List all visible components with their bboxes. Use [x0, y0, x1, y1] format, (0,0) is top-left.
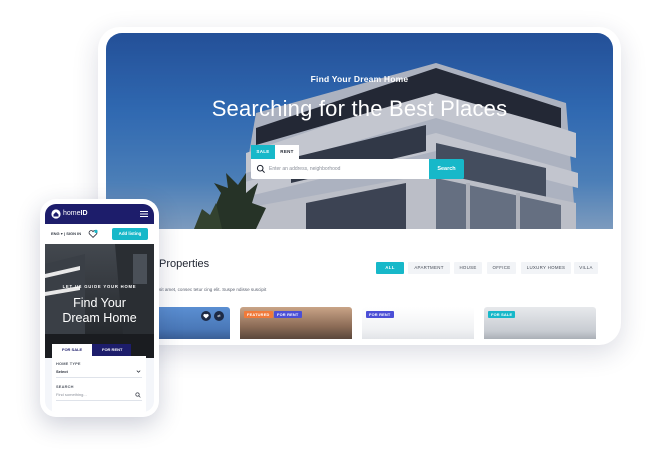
language-selector[interactable]: ENG — [51, 231, 60, 236]
chevron-down-icon: ▾ — [60, 231, 63, 236]
property-card[interactable]: ⇄ — [156, 307, 230, 339]
featured-badge: FEATURED — [244, 311, 273, 318]
property-card[interactable]: FEATURED FOR RENT — [240, 307, 352, 339]
filter-all[interactable]: ALL — [376, 262, 404, 274]
hero-title: Searching for the Best Places — [211, 96, 508, 121]
home-type-label: HOME TYPE — [56, 361, 81, 366]
search-label: SEARCH — [56, 384, 74, 389]
brand-name: homeID — [63, 210, 88, 217]
desktop-mockup: Find Your Dream Home Searching for the B… — [98, 27, 621, 345]
properties-title: Properties — [159, 258, 210, 270]
for-rent-badge: FOR RENT — [274, 311, 302, 318]
chevron-down-icon — [136, 370, 141, 373]
logo-icon — [51, 209, 61, 219]
search-placeholder: Enter an address, neighborhood — [269, 166, 341, 172]
sign-in-link[interactable]: SIGN IN — [66, 231, 81, 236]
filter-apartment[interactable]: APARTMENT — [408, 262, 450, 274]
divider — [56, 377, 142, 378]
phone-tab-for-rent[interactable]: FOR RENT — [92, 344, 131, 356]
for-rent-badge: FOR RENT — [366, 311, 394, 318]
filter-office[interactable]: OFFICE — [487, 262, 516, 274]
phone-screen: homeID ENG ▾ | SIGN IN Add listing LET U… — [45, 204, 154, 412]
search-button[interactable]: Search — [429, 159, 464, 179]
phone-mockup: homeID ENG ▾ | SIGN IN Add listing LET U… — [40, 199, 159, 417]
phone-search-input[interactable]: Find something... — [56, 392, 87, 397]
search-icon — [256, 164, 265, 173]
phone-header: homeID — [45, 204, 154, 224]
filter-house[interactable]: HOUSE — [454, 262, 482, 274]
property-card[interactable]: FOR SALE — [484, 307, 596, 339]
properties-subtitle: sit amet, consec tetur cing elit. Suspe … — [159, 287, 267, 292]
tab-sale[interactable]: SALE — [251, 145, 275, 159]
phone-hero-title: Find Your Dream Home — [62, 296, 137, 325]
add-listing-button[interactable]: Add listing — [112, 228, 148, 240]
tab-rent[interactable]: RENT — [275, 145, 299, 159]
heart-icon[interactable] — [201, 311, 211, 321]
hero-overlay — [106, 33, 613, 229]
divider — [56, 400, 142, 401]
language-signin: ENG ▾ | SIGN IN — [51, 224, 81, 244]
phone-hero-kicker: LET US GUIDE YOUR HOME — [62, 284, 137, 289]
desktop-screen: Find Your Dream Home Searching for the B… — [106, 33, 613, 339]
separator: | — [63, 231, 66, 236]
filter-luxury-homes[interactable]: LUXURY HOMES — [521, 262, 571, 274]
property-card[interactable]: FOR RENT — [362, 307, 474, 339]
phone-tab-for-sale[interactable]: FOR SALE — [52, 344, 92, 356]
menu-icon[interactable] — [140, 211, 148, 217]
filter-villa[interactable]: VILLA — [574, 262, 598, 274]
hero-banner: Find Your Dream Home Searching for the B… — [106, 33, 613, 229]
search-icon[interactable] — [135, 392, 141, 398]
phone-search-form: HOME TYPE Select SEARCH Find something..… — [52, 356, 146, 412]
phone-topbar: ENG ▾ | SIGN IN Add listing — [45, 224, 154, 244]
home-type-select[interactable]: Select — [56, 369, 68, 374]
hero-kicker: Find Your Dream Home — [310, 74, 409, 84]
heart-icon[interactable] — [88, 229, 98, 239]
compare-icon[interactable]: ⇄ — [214, 311, 224, 321]
phone-hero: LET US GUIDE YOUR HOME Find Your Dream H… — [45, 244, 154, 358]
for-sale-badge: FOR SALE — [488, 311, 516, 318]
search-input[interactable]: Enter an address, neighborhood — [251, 159, 429, 179]
